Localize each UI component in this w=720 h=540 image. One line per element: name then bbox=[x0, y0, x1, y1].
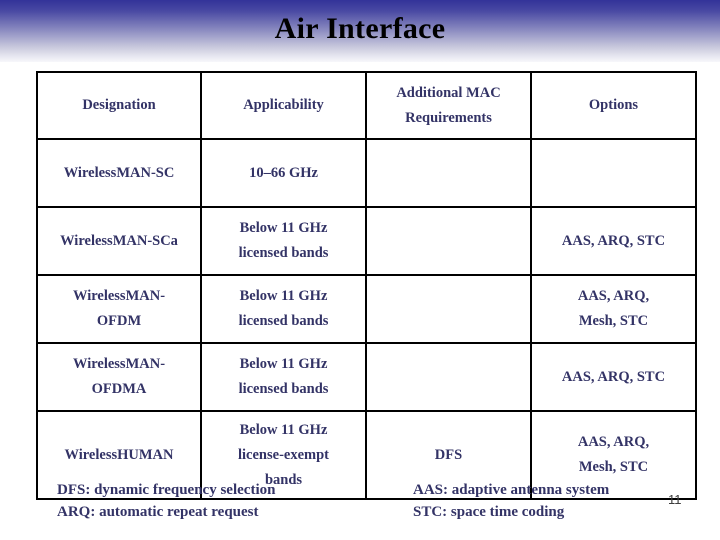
page-title: Air Interface bbox=[274, 12, 446, 45]
slide: Air Interface Designation Applicability … bbox=[0, 0, 720, 540]
legend-line-arq: ARQ: automatic repeat request bbox=[57, 504, 259, 520]
cell-line: license-exempt bbox=[238, 446, 329, 463]
legend-left: DFS: dynamic frequency selection ARQ: au… bbox=[57, 479, 275, 523]
cell-applicability: Below 11 GHz licensed bands bbox=[200, 206, 367, 276]
cell-line: Below 11 GHz bbox=[239, 220, 328, 236]
legend-line-aas: AAS: adaptive antenna system bbox=[413, 482, 610, 498]
legend-line-stc: STC: space time coding bbox=[413, 504, 565, 520]
cell-applicability: Below 11 GHz licensed bands bbox=[200, 274, 367, 344]
cell-additional-mac-requirements bbox=[365, 342, 532, 412]
cell-options bbox=[530, 138, 697, 208]
legend-right: AAS: adaptive antenna system STC: space … bbox=[413, 479, 609, 523]
header-text: Applicability bbox=[243, 97, 324, 113]
cell-designation: WirelessMAN-SCa bbox=[36, 206, 202, 276]
cell-line: WirelessMAN-SCa bbox=[60, 232, 178, 249]
cell-designation: WirelessMAN- OFDMA bbox=[36, 342, 202, 412]
cell-line: AAS, ARQ, bbox=[577, 434, 650, 450]
table-row: WirelessMAN-SCa Below 11 GHz licensed ba… bbox=[36, 206, 697, 276]
cell-line: OFDM bbox=[96, 313, 142, 329]
page-number: 11 bbox=[668, 492, 682, 507]
header-text-line-1: Additional MAC bbox=[396, 84, 501, 101]
cell-additional-mac-requirements bbox=[365, 138, 532, 208]
cell-additional-mac-requirements bbox=[365, 274, 532, 344]
column-header-additional-mac-requirements: Additional MAC Requirements bbox=[365, 71, 532, 140]
cell-additional-mac-requirements bbox=[365, 206, 532, 276]
air-interface-table-container: Designation Applicability Additional MAC… bbox=[36, 71, 697, 500]
cell-line: AAS, ARQ, STC bbox=[561, 232, 666, 249]
air-interface-table: Designation Applicability Additional MAC… bbox=[36, 71, 697, 500]
cell-line: Below 11 GHz bbox=[239, 356, 328, 372]
cell-designation: WirelessMAN- OFDM bbox=[36, 274, 202, 344]
header-text: Options bbox=[588, 97, 639, 113]
cell-line: WirelessHUMAN bbox=[64, 446, 174, 463]
cell-line: WirelessMAN- bbox=[72, 356, 166, 372]
column-header-applicability: Applicability bbox=[200, 71, 367, 140]
cell-applicability: 10–66 GHz bbox=[200, 138, 367, 208]
table-row: WirelessMAN- OFDMA Below 11 GHz licensed… bbox=[36, 342, 697, 412]
header-text: Designation bbox=[82, 97, 156, 113]
cell-options: AAS, ARQ, Mesh, STC bbox=[530, 274, 697, 344]
cell-line: 10–66 GHz bbox=[249, 164, 318, 181]
cell-line: OFDMA bbox=[91, 381, 147, 397]
cell-line: licensed bands bbox=[238, 245, 329, 261]
cell-designation: WirelessMAN-SC bbox=[36, 138, 202, 208]
column-header-options: Options bbox=[530, 71, 697, 140]
cell-options: AAS, ARQ, STC bbox=[530, 342, 697, 412]
cell-line: WirelessMAN- bbox=[72, 288, 166, 304]
cell-line: Mesh, STC bbox=[578, 313, 649, 329]
cell-line: Mesh, STC bbox=[578, 459, 649, 475]
cell-options: AAS, ARQ, STC bbox=[530, 206, 697, 276]
legend-line-dfs: DFS: dynamic frequency selection bbox=[57, 482, 276, 498]
cell-applicability: Below 11 GHz licensed bands bbox=[200, 342, 367, 412]
column-header-designation: Designation bbox=[36, 71, 202, 140]
table-row: WirelessMAN- OFDM Below 11 GHz licensed … bbox=[36, 274, 697, 344]
cell-line: DFS bbox=[434, 446, 463, 463]
cell-line: AAS, ARQ, STC bbox=[561, 368, 666, 385]
cell-line: licensed bands bbox=[238, 313, 329, 329]
table-row: WirelessMAN-SC 10–66 GHz bbox=[36, 138, 697, 208]
cell-line: AAS, ARQ, bbox=[577, 288, 650, 304]
table-header-row: Designation Applicability Additional MAC… bbox=[36, 71, 697, 140]
cell-line: licensed bands bbox=[238, 381, 329, 397]
header-text-line-2: Requirements bbox=[405, 109, 492, 126]
cell-line: Below 11 GHz bbox=[239, 421, 328, 438]
cell-line: WirelessMAN-SC bbox=[63, 164, 175, 181]
cell-line: Below 11 GHz bbox=[239, 288, 328, 304]
